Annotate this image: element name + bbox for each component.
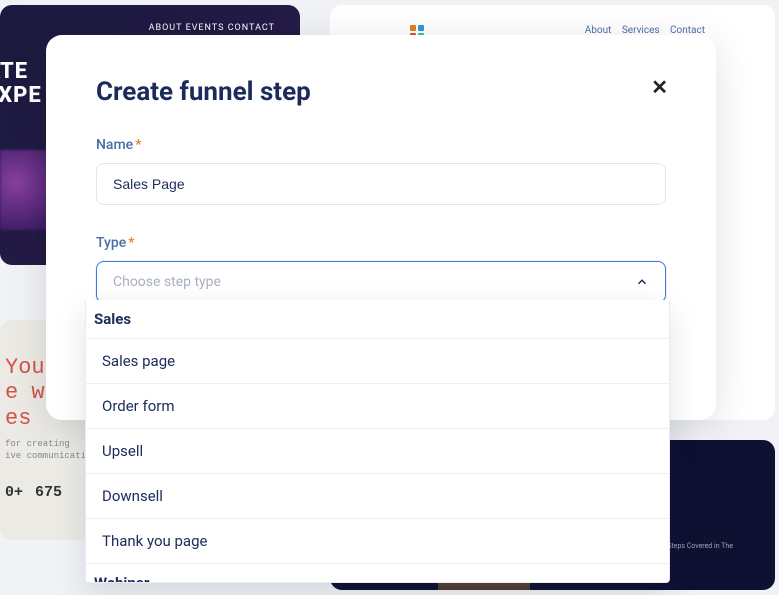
bg-card3-stat2-val: 675 [35,484,62,501]
dropdown-item-thank-you[interactable]: Thank you page [86,519,669,564]
type-label-text: Type [96,235,126,251]
bg-card1-line2: E EXPE [0,84,42,108]
bg-card1-line1: MATE [0,60,42,84]
chevron-up-icon [635,275,649,289]
dropdown-group-webinar: Webinar [86,564,669,582]
name-field-group: Name* [96,137,666,205]
type-dropdown: Sales Sales page Order form Upsell Downs… [85,300,670,583]
bg-card3-stat1: 0+ [5,484,23,501]
name-label: Name* [96,137,666,153]
modal-title: Create funnel step [96,77,666,107]
type-select[interactable]: Choose step type [96,261,666,303]
type-label: Type* [96,235,666,251]
type-placeholder: Choose step type [113,274,221,290]
bg-card3-stat2: 675 [35,484,62,501]
bg-card3-stat1-val: 0+ [5,484,23,501]
type-field-group: Type* Choose step type [96,235,666,303]
dropdown-item-downsell[interactable]: Downsell [86,474,669,519]
name-label-text: Name [96,137,133,153]
required-asterisk: * [128,235,134,251]
dropdown-group-sales: Sales [86,300,669,339]
dropdown-item-sales-page[interactable]: Sales page [86,339,669,384]
dropdown-item-upsell[interactable]: Upsell [86,429,669,474]
required-asterisk: * [135,137,141,153]
close-button[interactable]: ✕ [651,75,668,100]
bg-card1-headline: MATE E EXPE [0,60,42,108]
bg-card1-nav: ABOUT EVENTS CONTACT [149,23,275,33]
name-input[interactable] [96,163,666,205]
dropdown-item-order-form[interactable]: Order form [86,384,669,429]
